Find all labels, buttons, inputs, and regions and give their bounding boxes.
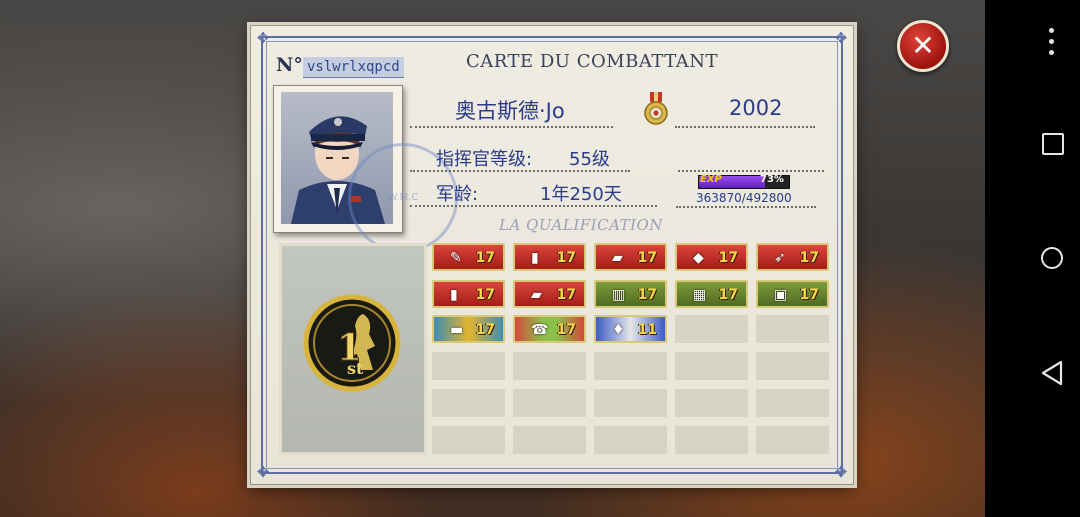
- exp-underline-top: [678, 142, 824, 172]
- qualification-badge[interactable]: ➶ 17: [756, 243, 829, 271]
- badge-value: 17: [799, 250, 819, 266]
- service-age-value: 1年250天: [540, 184, 622, 205]
- empty-badge-slot: [756, 389, 829, 417]
- radio-icon: ☎: [531, 322, 549, 338]
- qualification-badge[interactable]: ▰ 17: [513, 280, 586, 308]
- service-age-label: 军龄:: [436, 184, 479, 205]
- qualification-badge[interactable]: ♦ 11: [594, 315, 667, 343]
- badge-value: 11: [637, 322, 657, 338]
- serial-number[interactable]: vslwrlxqpcd: [303, 57, 404, 78]
- empty-badge-slot: [594, 389, 667, 417]
- more-vert-icon[interactable]: [1049, 28, 1055, 61]
- rifle-bullet-icon: ▮: [531, 250, 539, 266]
- empty-badge-slot: [513, 389, 586, 417]
- badge-value: 17: [475, 250, 495, 266]
- number-label: N°: [276, 54, 303, 76]
- corner-ornament-icon: ✥: [834, 29, 848, 47]
- cartridge-icon: ▮: [450, 287, 458, 303]
- empty-badge-slot: [675, 315, 748, 343]
- tank-icon: ▬: [450, 322, 464, 338]
- empty-badge-slot: [675, 352, 748, 380]
- empty-badge-slot: [756, 426, 829, 454]
- qualification-badge[interactable]: ◆ 17: [675, 243, 748, 271]
- empty-badge-slot: [432, 389, 505, 417]
- rank-suffix: st: [347, 359, 364, 378]
- qualification-badge[interactable]: ☎ 17: [513, 315, 586, 343]
- badge-value: 17: [556, 287, 576, 303]
- home-circle-icon[interactable]: [1041, 247, 1063, 269]
- qualification-badge[interactable]: ▮ 17: [432, 280, 505, 308]
- qualification-badge[interactable]: ▰ 17: [594, 243, 667, 271]
- medal-icon: [644, 92, 668, 125]
- qualification-badge[interactable]: ▣ 17: [756, 280, 829, 308]
- card-title: CARTE DU COMBATTANT: [466, 51, 719, 72]
- commander-level-label: 指挥官等级:: [436, 149, 533, 170]
- qualification-badge[interactable]: ▦ 17: [675, 280, 748, 308]
- recents-square-icon[interactable]: [1042, 133, 1064, 155]
- empty-badge-slot: [675, 426, 748, 454]
- empty-badge-slot: [513, 426, 586, 454]
- close-icon: ✕: [911, 29, 935, 62]
- qualification-title: LA QUALIFICATION: [499, 216, 663, 234]
- commander-level-value: 55级: [569, 149, 610, 170]
- exp-progress-text: 363870/492800: [696, 191, 792, 205]
- empty-badge-slot: [432, 426, 505, 454]
- back-triangle-icon[interactable]: [1040, 360, 1064, 386]
- badge-value: 17: [637, 287, 657, 303]
- qualification-badge[interactable]: ▥ 17: [594, 280, 667, 308]
- qualification-badge[interactable]: ✎ 17: [432, 243, 505, 271]
- corner-ornament-icon: ✥: [834, 463, 848, 481]
- empty-badge-slot: [594, 426, 667, 454]
- badge-value: 17: [475, 322, 495, 338]
- qualification-badge[interactable]: ▬ 17: [432, 315, 505, 343]
- badge-value: 17: [637, 250, 657, 266]
- bullet-icon: ▰: [531, 287, 542, 303]
- badge-value: 17: [475, 287, 495, 303]
- badge-value: 17: [556, 250, 576, 266]
- system-nav-bar: [985, 0, 1080, 517]
- badge-value: 17: [556, 322, 576, 338]
- commander-name: 奥古斯德·Jo: [455, 99, 565, 123]
- empty-badge-slot: [432, 352, 505, 380]
- empty-badge-slot: [756, 352, 829, 380]
- corner-ornament-icon: ✥: [256, 463, 270, 481]
- qualification-badge[interactable]: ▮ 17: [513, 243, 586, 271]
- empty-badge-slot: [756, 315, 829, 343]
- empty-badge-slot: [675, 389, 748, 417]
- crate-icon: ▣: [774, 287, 788, 303]
- rocket-icon: ➶: [774, 250, 786, 266]
- badge-value: 17: [799, 287, 819, 303]
- lightbulb-icon: ♦: [612, 322, 625, 338]
- rank-1st-badge-icon[interactable]: 1 st: [303, 294, 401, 392]
- badge-value: 17: [718, 250, 738, 266]
- badge-value: 17: [718, 287, 738, 303]
- artillery-shell-icon: ◆: [693, 250, 704, 266]
- shell-icon: ▰: [612, 250, 623, 266]
- film-icon: ▥: [612, 287, 626, 303]
- commander-id: 2002: [729, 96, 783, 120]
- grenade-icon: ✎: [450, 250, 462, 266]
- empty-badge-slot: [594, 352, 667, 380]
- corner-ornament-icon: ✥: [256, 29, 270, 47]
- exp-label: EXP: [700, 174, 722, 185]
- empty-badge-slot: [513, 352, 586, 380]
- exp-percent: 73%: [760, 174, 784, 185]
- blueprint-icon: ▦: [693, 287, 707, 303]
- close-button[interactable]: ✕: [897, 20, 949, 72]
